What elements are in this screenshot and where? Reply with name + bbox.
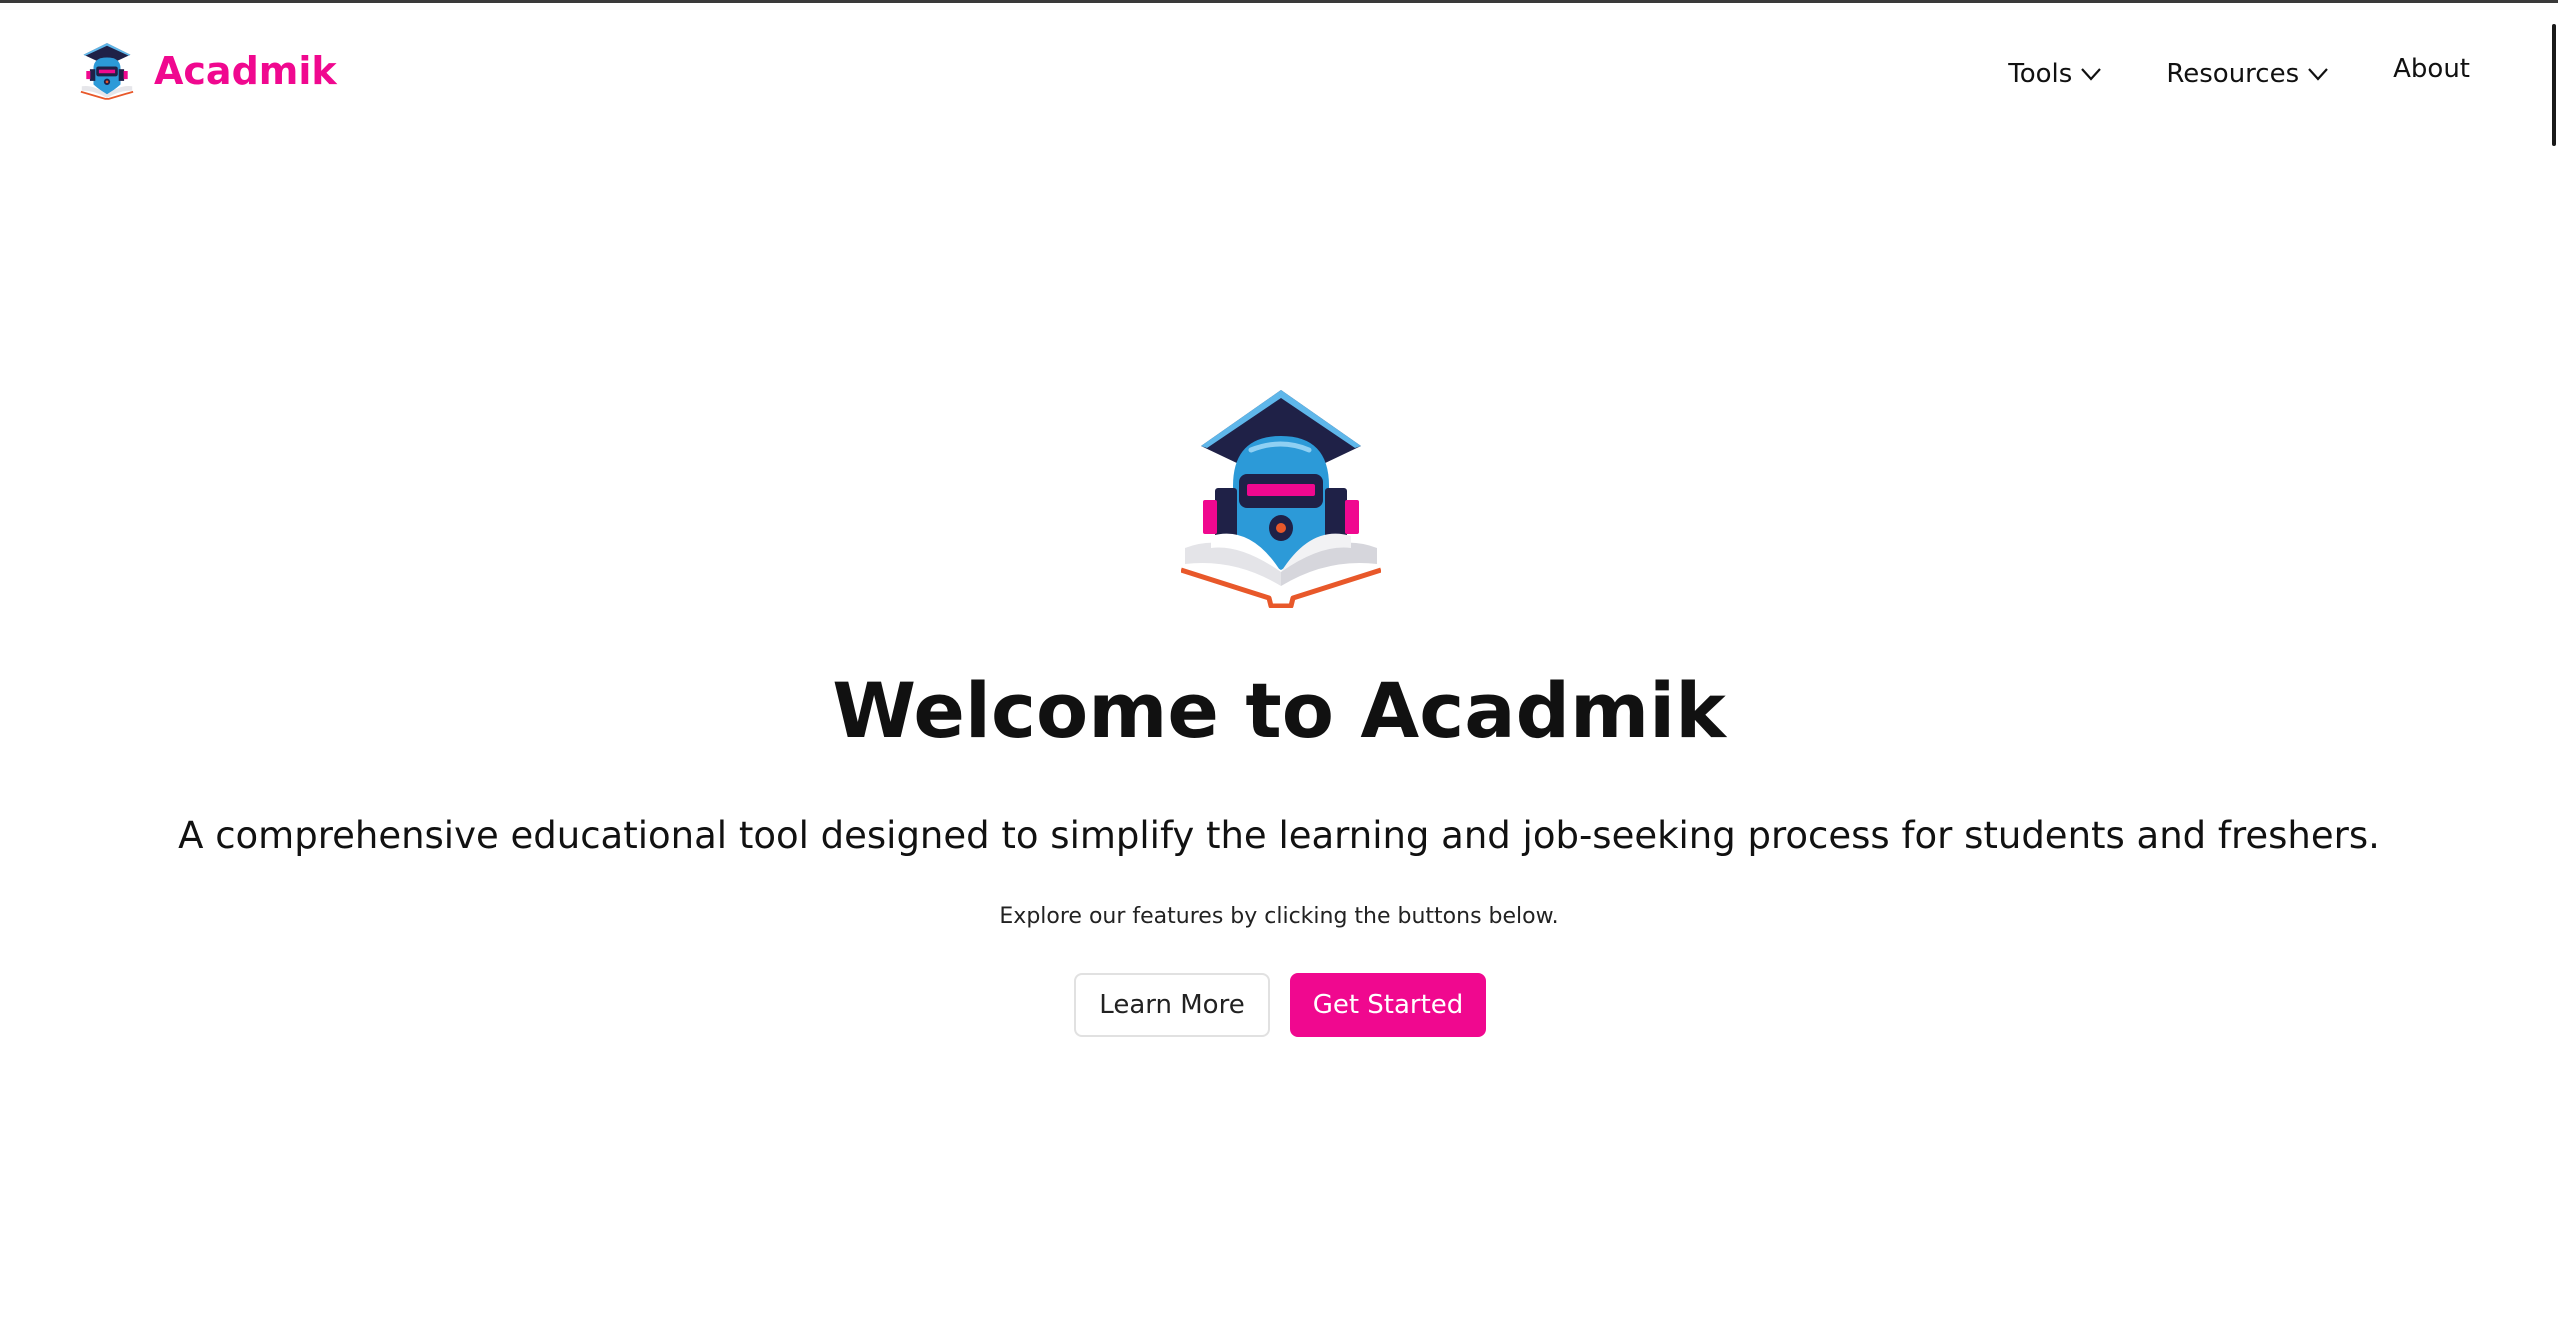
get-started-button[interactable]: Get Started	[1290, 973, 1486, 1037]
nav-resources-label: Resources	[2166, 59, 2300, 89]
nav-tools-dropdown[interactable]: Tools	[2008, 59, 2102, 89]
scrollbar-thumb[interactable]	[2552, 24, 2556, 146]
brand-logo-icon	[80, 43, 134, 100]
nav-resources-dropdown[interactable]: Resources	[2166, 59, 2329, 89]
hero-logo-icon	[1181, 390, 1381, 608]
hero-note: Explore our features by clicking the but…	[999, 904, 1559, 929]
chevron-down-icon	[2308, 68, 2328, 81]
cta-row: Learn More Get Started	[1074, 973, 1486, 1037]
hero-title: Welcome to Acadmik	[832, 666, 1726, 755]
nav-tools-label: Tools	[2008, 59, 2073, 89]
brand-link[interactable]: Acadmik	[80, 39, 337, 103]
hero-subtitle: A comprehensive educational tool designe…	[178, 814, 2380, 857]
nav-about-link[interactable]: About	[2393, 54, 2470, 84]
nav-about-label: About	[2393, 54, 2470, 84]
brand-name: Acadmik	[154, 49, 337, 93]
learn-more-button[interactable]: Learn More	[1074, 973, 1270, 1037]
chevron-down-icon	[2081, 68, 2102, 81]
page: Acadmik Tools Resources About Welcome to…	[0, 0, 2558, 1326]
main-nav: Tools Resources About	[2008, 49, 2470, 89]
